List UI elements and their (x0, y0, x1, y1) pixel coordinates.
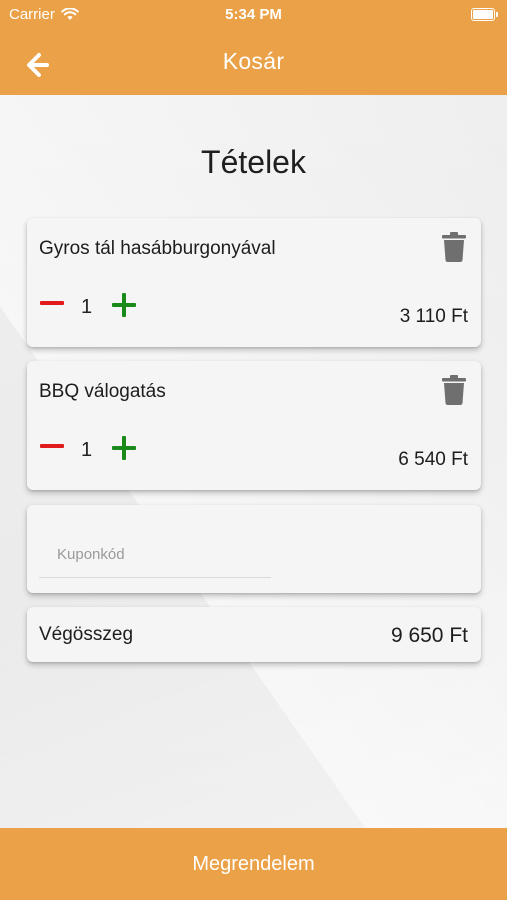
minus-icon[interactable] (39, 290, 65, 316)
total-value: 9 650 Ft (390, 624, 468, 647)
header-bar: Carrier 5:34 PM Kosár (0, 0, 507, 95)
cart-item-name: Gyros tál hasábburgonyával (39, 238, 276, 259)
cart-item-quantity: 1 (81, 439, 93, 461)
trash-icon[interactable] (441, 375, 467, 405)
cart-item-quantity: 1 (81, 296, 93, 318)
page-title: Kosár (222, 48, 285, 74)
cart-item-name: BBQ válogatás (39, 381, 166, 402)
plus-icon[interactable] (111, 435, 137, 461)
status-time: 5:34 PM (225, 6, 282, 23)
total-card: Végösszeg 9 650 Ft (27, 607, 481, 662)
order-button[interactable]: Megrendelem (0, 828, 507, 900)
status-bar: Carrier 5:34 PM (0, 0, 507, 30)
cart-item-card: BBQ válogatás 1 6 540 Ft (27, 361, 481, 490)
coupon-input[interactable] (39, 535, 271, 578)
plus-icon[interactable] (111, 292, 137, 318)
cart-item-price: 3 110 Ft (399, 306, 468, 327)
section-title: Tételek (201, 144, 306, 180)
battery-icon (471, 8, 498, 21)
cart-item-card: Gyros tál hasábburgonyával 1 3 110 Ft (27, 218, 481, 347)
trash-icon[interactable] (441, 232, 467, 262)
minus-icon[interactable] (39, 433, 65, 459)
coupon-card (27, 505, 481, 593)
total-label: Végösszeg (39, 624, 134, 645)
cart-item-price: 6 540 Ft (398, 449, 468, 470)
